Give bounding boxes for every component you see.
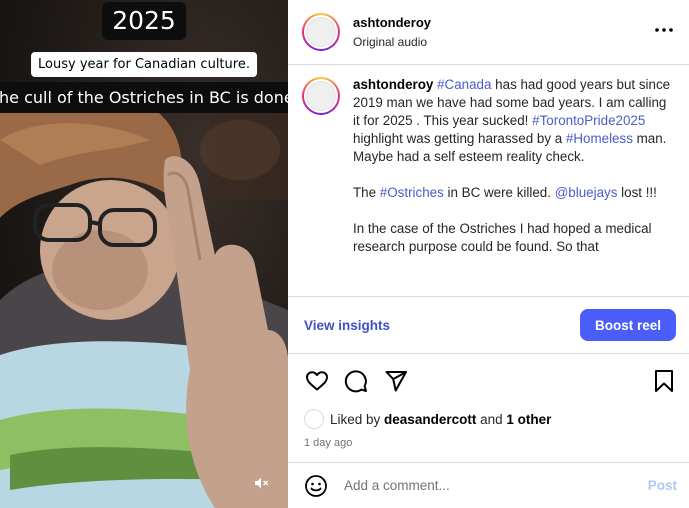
caption-year: 2025 bbox=[102, 2, 186, 40]
caption-link[interactable]: @bluejays bbox=[555, 185, 618, 200]
share-button[interactable] bbox=[383, 368, 409, 394]
heart-icon bbox=[306, 371, 328, 391]
caption-line-1: Lousy year for Canadian culture. bbox=[31, 52, 257, 77]
liker-username[interactable]: deasandercott bbox=[384, 412, 476, 427]
caption-link[interactable]: #Canada bbox=[437, 77, 491, 92]
emoji-icon bbox=[305, 474, 327, 497]
caption-paragraph-2: The #Ostriches in BC were killed. @bluej… bbox=[353, 184, 675, 202]
caption-link[interactable]: #Homeless bbox=[566, 131, 633, 146]
more-horizontal-icon bbox=[655, 28, 673, 32]
mute-button[interactable] bbox=[248, 470, 274, 496]
post-dialog: 2025 Lousy year for Canadian culture. Th… bbox=[0, 0, 689, 508]
caption-text: in BC were killed. bbox=[443, 185, 555, 200]
post-timestamp[interactable]: 1 day ago bbox=[304, 437, 352, 449]
comment-icon bbox=[344, 370, 367, 393]
audio-label[interactable]: Original audio bbox=[353, 35, 431, 49]
like-button[interactable] bbox=[304, 368, 330, 394]
add-comment-bar: Post bbox=[288, 462, 689, 508]
post-comment-button[interactable]: Post bbox=[648, 478, 677, 493]
speaker-muted-icon bbox=[255, 477, 269, 489]
save-button[interactable] bbox=[651, 368, 677, 394]
more-options-button[interactable] bbox=[653, 19, 675, 41]
share-icon bbox=[385, 371, 407, 392]
likes-summary: Liked by deasandercott and 1 other bbox=[304, 409, 551, 429]
comment-input[interactable] bbox=[344, 478, 648, 493]
view-insights-link[interactable]: View insights bbox=[304, 318, 390, 333]
comment-button[interactable] bbox=[343, 368, 369, 394]
other-likers[interactable]: 1 other bbox=[506, 412, 551, 427]
post-header: ashtonderoy Original audio bbox=[288, 0, 689, 65]
action-icons bbox=[304, 368, 677, 396]
caption-text: The bbox=[353, 185, 380, 200]
caption-section: ashtonderoy #Canada has had good years b… bbox=[288, 65, 689, 296]
avatar[interactable] bbox=[302, 13, 340, 51]
avatar-image bbox=[306, 17, 336, 47]
reel-video[interactable]: 2025 Lousy year for Canadian culture. Th… bbox=[0, 0, 288, 508]
action-section: Liked by deasandercott and 1 other 1 day… bbox=[288, 353, 689, 462]
boost-reel-button[interactable]: Boost reel bbox=[580, 309, 676, 341]
caption-text: lost !!! bbox=[617, 185, 657, 200]
post-panel: ashtonderoy Original audio ashtonderoy #… bbox=[288, 0, 689, 508]
emoji-button[interactable] bbox=[304, 474, 328, 498]
likes-text[interactable]: Liked by deasandercott and 1 other bbox=[330, 412, 551, 427]
bookmark-icon bbox=[655, 370, 673, 392]
caption-text: highlight was getting harassed by a bbox=[353, 131, 566, 146]
caption-paragraph-3: In the case of the Ostriches I had hoped… bbox=[353, 221, 652, 254]
insights-bar: View insights Boost reel bbox=[288, 296, 689, 353]
caption-line-2: The cull of the Ostriches in BC is done. bbox=[0, 82, 288, 113]
caption-link[interactable]: #Ostriches bbox=[380, 185, 444, 200]
post-caption: ashtonderoy #Canada has had good years b… bbox=[353, 76, 675, 296]
caption-link[interactable]: #TorontoPride2025 bbox=[532, 113, 645, 128]
header-username[interactable]: ashtonderoy bbox=[353, 15, 431, 30]
caption-author[interactable]: ashtonderoy bbox=[353, 77, 433, 92]
caption-avatar[interactable] bbox=[302, 77, 340, 115]
caption-paragraph-1: ashtonderoy #Canada has had good years b… bbox=[353, 76, 675, 166]
liker-avatar[interactable] bbox=[304, 409, 324, 429]
